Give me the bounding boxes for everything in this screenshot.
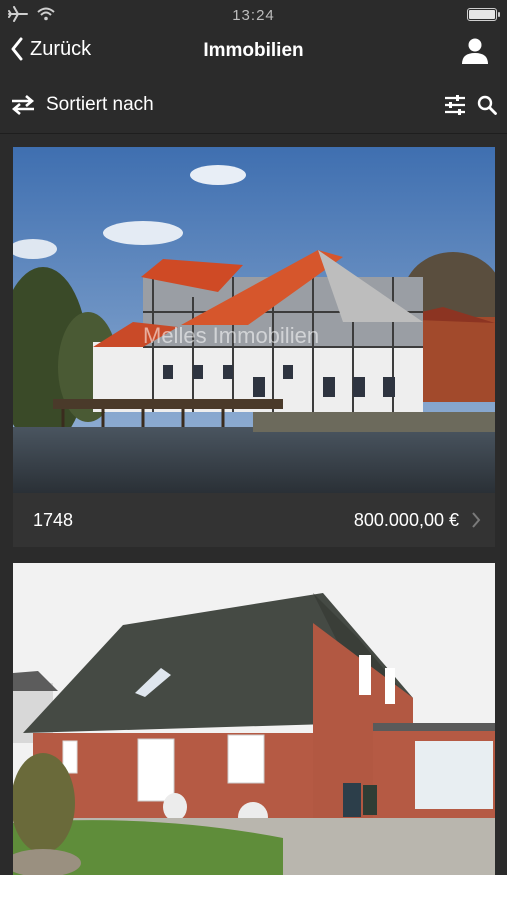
listing-id: 1748 [33,510,74,530]
sort-label: Sortiert nach [46,94,154,115]
search-button[interactable] [477,95,497,120]
listing-info-bar: 1748 800.000,00 € [13,493,495,547]
search-icon [477,95,497,115]
photo-watermark: Melles Immobilien [143,323,319,348]
filter-button[interactable] [443,95,467,120]
listing-price: 800.000,00 € [353,510,459,530]
listing-photo [13,563,495,875]
swap-arrows-icon [11,95,35,115]
divider [0,133,507,134]
sort-button[interactable]: Sortiert nach [10,94,154,116]
navigation-bar: Zurück Immobilien [0,28,507,76]
sort-bar: Sortiert nach [0,80,507,130]
battery-icon [467,8,500,21]
sliders-icon [445,95,465,115]
page-title: Immobilien [203,40,304,61]
user-icon [462,38,488,64]
status-bar: 13:24 [0,0,507,30]
chevron-right-icon [471,511,481,534]
app-screen: 13:24 Zurück Immobilien Sortiert nach Me… [0,0,507,875]
status-time: 13:24 [232,7,275,24]
listing-photo: Melles Immobilien [13,147,495,493]
user-button[interactable] [461,37,489,70]
listing-card[interactable] [13,563,495,875]
listing-card[interactable]: Melles Immobilien 1748 800.000,00 € [13,147,495,547]
